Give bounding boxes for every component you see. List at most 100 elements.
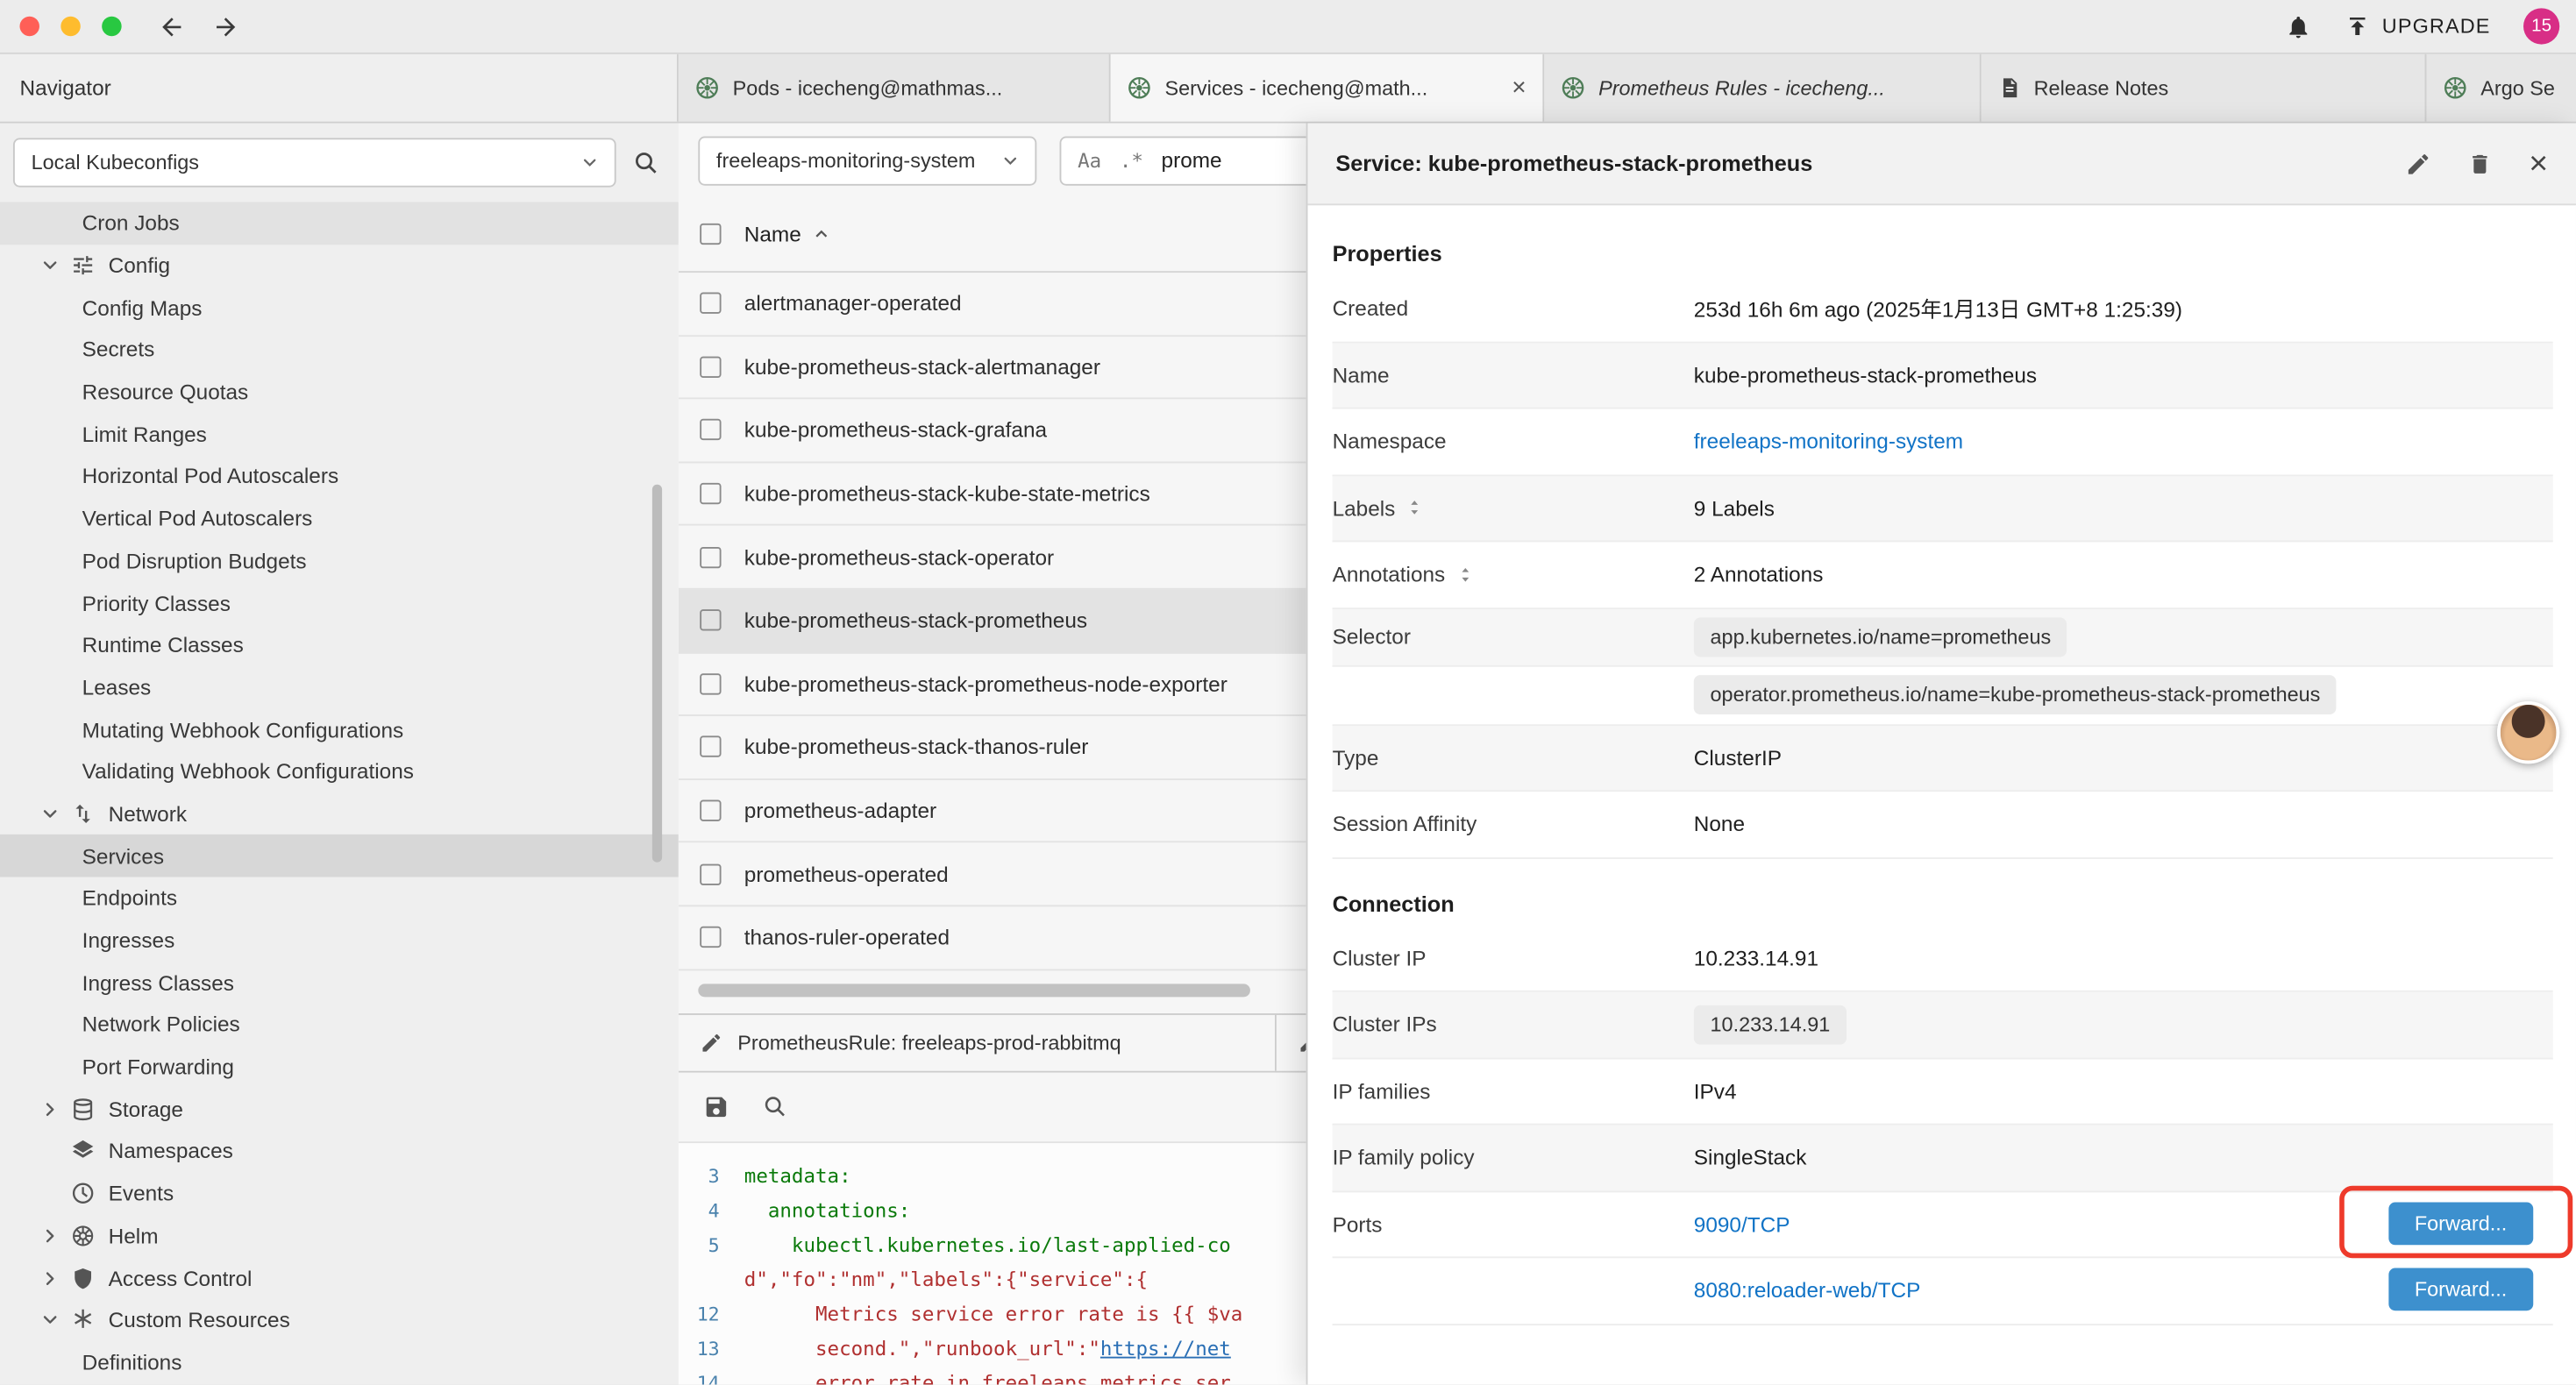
row-checkbox[interactable] xyxy=(700,736,721,757)
chevron-open-icon[interactable] xyxy=(39,254,71,275)
sidebar-item-network[interactable]: Network xyxy=(0,792,679,835)
sidebar-item-limit-ranges[interactable]: Limit Ranges xyxy=(0,413,679,455)
sort-updown-icon[interactable] xyxy=(1406,498,1423,517)
sidebar-item-resource-quotas[interactable]: Resource Quotas xyxy=(0,371,679,413)
sidebar-item-custom-resources[interactable]: Custom Resources xyxy=(0,1299,679,1341)
minimize-window-button[interactable] xyxy=(60,17,80,36)
sidebar-item-events[interactable]: Events xyxy=(0,1172,679,1214)
forward-button[interactable]: Forward... xyxy=(2388,1268,2533,1310)
sidebar-item-leases[interactable]: Leases xyxy=(0,666,679,708)
close-drawer-icon[interactable]: × xyxy=(2529,147,2548,180)
selector-badge: app.kubernetes.io/name=prometheus xyxy=(1694,617,2067,657)
sidebar-item-storage[interactable]: Storage xyxy=(0,1088,679,1130)
row-checkbox[interactable] xyxy=(700,483,721,504)
sidebar-item-label: Validating Webhook Configurations xyxy=(82,759,414,784)
sidebar-item-ingresses[interactable]: Ingresses xyxy=(0,920,679,962)
type-value: ClusterIP xyxy=(1694,745,1782,770)
sidebar-item-config[interactable]: Config xyxy=(0,245,679,287)
service-name: prometheus-adapter xyxy=(744,799,936,823)
namespace-link[interactable]: freeleaps-monitoring-system xyxy=(1694,430,1963,454)
upgrade-button[interactable]: UPGRADE xyxy=(2345,13,2491,39)
save-icon[interactable] xyxy=(703,1093,729,1119)
delete-trash-icon[interactable] xyxy=(2468,150,2493,176)
sidebar-item-horizontal-pod-autoscalers[interactable]: Horizontal Pod Autoscalers xyxy=(0,455,679,497)
column-header-name[interactable]: Name xyxy=(744,222,831,246)
edit-pencil-icon[interactable] xyxy=(2406,150,2432,176)
port-link[interactable]: 9090/TCP xyxy=(1694,1211,1790,1236)
match-case-toggle[interactable]: Aa xyxy=(1078,149,1101,172)
row-checkbox[interactable] xyxy=(700,356,721,377)
dock-tab-prometheusrule[interactable]: PrometheusRule: freeleaps-prod-rabbitmq xyxy=(679,1014,1277,1070)
row-checkbox[interactable] xyxy=(700,293,721,314)
sidebar-item-namespaces[interactable]: Namespaces xyxy=(0,1130,679,1172)
chevron-open-icon[interactable] xyxy=(39,1310,71,1331)
forward-icon[interactable] xyxy=(212,12,240,40)
close-window-button[interactable] xyxy=(19,17,39,36)
sidebar-item-access-control[interactable]: Access Control xyxy=(0,1257,679,1299)
back-icon[interactable] xyxy=(158,12,186,40)
network-icon xyxy=(71,801,109,826)
tab-release-notes[interactable]: Release Notes xyxy=(1982,54,2427,122)
service-name: kube-prometheus-stack-prometheus xyxy=(744,608,1087,633)
row-checkbox[interactable] xyxy=(700,610,721,631)
sort-asc-icon xyxy=(811,224,830,244)
drawer-row-selector-2: operator.prometheus.io/name=kube-prometh… xyxy=(1333,667,2553,726)
sidebar-item-secrets[interactable]: Secrets xyxy=(0,329,679,371)
row-checkbox[interactable] xyxy=(700,863,721,884)
drawer-row-selector: Selector app.kubernetes.io/name=promethe… xyxy=(1333,608,2553,667)
notifications-bell-icon[interactable] xyxy=(2285,12,2311,40)
kubeconfig-select[interactable]: Local Kubeconfigs xyxy=(13,138,616,187)
sidebar-item-network-policies[interactable]: Network Policies xyxy=(0,1004,679,1046)
user-avatar[interactable] xyxy=(2497,701,2559,764)
tab-pods[interactable]: Pods - icecheng@mathmas... xyxy=(679,54,1111,122)
namespace-select[interactable]: freeleaps-monitoring-system xyxy=(698,136,1036,185)
chevron-closed-icon[interactable] xyxy=(39,1268,71,1289)
sidebar-item-vertical-pod-autoscalers[interactable]: Vertical Pod Autoscalers xyxy=(0,497,679,539)
select-all-checkbox[interactable] xyxy=(700,224,721,245)
port-link[interactable]: 8080:reloader-web/TCP xyxy=(1694,1278,1921,1303)
settings-icon xyxy=(71,253,109,278)
chevron-open-icon[interactable] xyxy=(39,803,71,824)
sidebar-scrollbar[interactable] xyxy=(652,485,662,863)
tab-label: Release Notes xyxy=(2034,76,2409,99)
sidebar-item-pod-disruption-budgets[interactable]: Pod Disruption Budgets xyxy=(0,540,679,582)
tab-services[interactable]: Services - icecheng@math... × xyxy=(1111,54,1545,122)
sort-updown-icon[interactable] xyxy=(1456,565,1473,584)
sidebar-item-ingress-classes[interactable]: Ingress Classes xyxy=(0,962,679,1004)
row-checkbox[interactable] xyxy=(700,546,721,567)
notification-count-badge[interactable]: 15 xyxy=(2523,8,2559,44)
sidebar-item-port-forwarding[interactable]: Port Forwarding xyxy=(0,1046,679,1088)
sidebar-item-mutating-webhook-configurations[interactable]: Mutating Webhook Configurations xyxy=(0,708,679,750)
release-notes-icon xyxy=(1997,75,2020,100)
row-checkbox[interactable] xyxy=(700,927,721,948)
row-checkbox[interactable] xyxy=(700,673,721,694)
sidebar-item-priority-classes[interactable]: Priority Classes xyxy=(0,582,679,624)
sidebar-item-services[interactable]: Services xyxy=(0,835,679,877)
kubernetes-cluster-icon xyxy=(1561,75,1585,100)
chevron-closed-icon[interactable] xyxy=(39,1098,71,1119)
selector-badge: operator.prometheus.io/name=kube-prometh… xyxy=(1694,676,2337,715)
close-tab-icon[interactable]: × xyxy=(1512,75,1526,100)
events-icon xyxy=(71,1181,109,1205)
sidebar-search-icon[interactable] xyxy=(632,150,658,176)
sidebar-item-validating-webhook-configurations[interactable]: Validating Webhook Configurations xyxy=(0,750,679,792)
drawer-row-cluster-ips: Cluster IPs 10.233.14.91 xyxy=(1333,992,2553,1059)
maximize-window-button[interactable] xyxy=(102,17,121,36)
row-checkbox[interactable] xyxy=(700,800,721,821)
sidebar-item-config-maps[interactable]: Config Maps xyxy=(0,287,679,329)
sidebar-item-cron-jobs[interactable]: Cron Jobs xyxy=(0,202,679,244)
forward-button[interactable]: Forward... xyxy=(2388,1202,2533,1245)
sidebar-item-helm[interactable]: Helm xyxy=(0,1215,679,1257)
sidebar-item-runtime-classes[interactable]: Runtime Classes xyxy=(0,624,679,666)
row-checkbox[interactable] xyxy=(700,420,721,441)
chevron-closed-icon[interactable] xyxy=(39,1225,71,1246)
tab-prometheus-rules[interactable]: Prometheus Rules - icecheng... xyxy=(1544,54,1981,122)
code-segment: annotations: xyxy=(744,1193,911,1227)
sidebar-item-definitions[interactable]: Definitions xyxy=(0,1341,679,1383)
section-title-properties: Properties xyxy=(1333,231,2553,276)
sidebar-item-endpoints[interactable]: Endpoints xyxy=(0,877,679,920)
tab-argo[interactable]: Argo Se xyxy=(2426,54,2576,122)
regex-toggle[interactable]: .* xyxy=(1120,149,1143,172)
editor-search-icon[interactable] xyxy=(762,1094,786,1119)
cluster-ip-value: 10.233.14.91 xyxy=(1694,946,1818,970)
